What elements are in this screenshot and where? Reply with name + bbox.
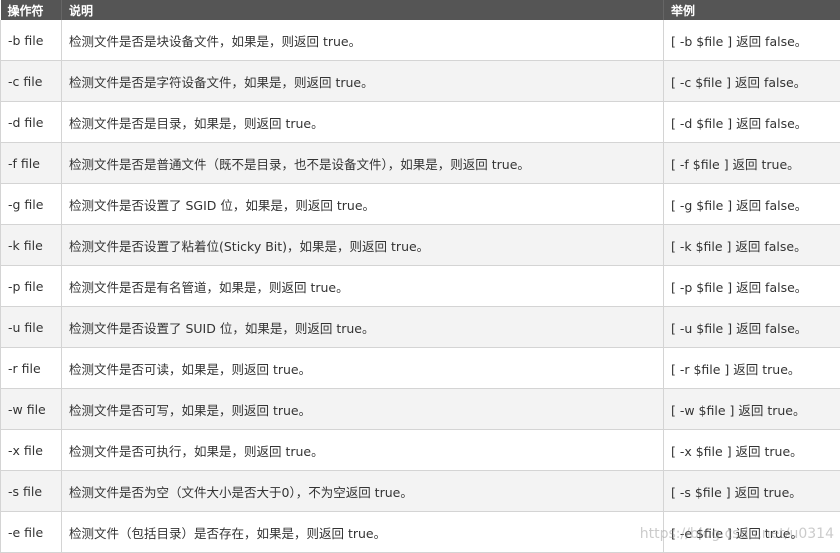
operator-cell: -r file (1, 348, 62, 389)
table-row: -e file 检测文件（包括目录）是否存在，如果是，则返回 true。 [ -… (1, 512, 840, 553)
description-cell: 检测文件是否是有名管道，如果是，则返回 true。 (62, 266, 664, 307)
operator-cell: -e file (1, 512, 62, 553)
header-description: 说明 (62, 0, 664, 20)
table-row: -b file 检测文件是否是块设备文件，如果是，则返回 true。 [ -b … (1, 20, 840, 61)
example-cell: [ -k $file ] 返回 false。 (664, 225, 840, 266)
description-cell: 检测文件是否可执行，如果是，则返回 true。 (62, 430, 664, 471)
example-cell: [ -d $file ] 返回 false。 (664, 102, 840, 143)
description-cell: 检测文件是否可写，如果是，则返回 true。 (62, 389, 664, 430)
table-row: -s file 检测文件是否为空（文件大小是否大于0），不为空返回 true。 … (1, 471, 840, 512)
description-cell: 检测文件（包括目录）是否存在，如果是，则返回 true。 (62, 512, 664, 553)
example-cell: [ -w $file ] 返回 true。 (664, 389, 840, 430)
description-cell: 检测文件是否设置了 SUID 位，如果是，则返回 true。 (62, 307, 664, 348)
operator-cell: -g file (1, 184, 62, 225)
example-cell: [ -e $file ] 返回 true。 (664, 512, 840, 553)
operator-cell: -s file (1, 471, 62, 512)
table-row: -p file 检测文件是否是有名管道，如果是，则返回 true。 [ -p $… (1, 266, 840, 307)
example-cell: [ -c $file ] 返回 false。 (664, 61, 840, 102)
example-cell: [ -g $file ] 返回 false。 (664, 184, 840, 225)
operator-cell: -f file (1, 143, 62, 184)
file-test-operators-table: 操作符 说明 举例 -b file 检测文件是否是块设备文件，如果是，则返回 t… (0, 0, 840, 553)
table-row: -g file 检测文件是否设置了 SGID 位，如果是，则返回 true。 [… (1, 184, 840, 225)
example-cell: [ -f $file ] 返回 true。 (664, 143, 840, 184)
operator-cell: -c file (1, 61, 62, 102)
example-cell: [ -b $file ] 返回 false。 (664, 20, 840, 61)
header-operator: 操作符 (1, 0, 62, 20)
description-cell: 检测文件是否是目录，如果是，则返回 true。 (62, 102, 664, 143)
table-row: -r file 检测文件是否可读，如果是，则返回 true。 [ -r $fil… (1, 348, 840, 389)
example-cell: [ -r $file ] 返回 true。 (664, 348, 840, 389)
example-cell: [ -s $file ] 返回 true。 (664, 471, 840, 512)
description-cell: 检测文件是否是块设备文件，如果是，则返回 true。 (62, 20, 664, 61)
example-cell: [ -p $file ] 返回 false。 (664, 266, 840, 307)
table-row: -x file 检测文件是否可执行，如果是，则返回 true。 [ -x $fi… (1, 430, 840, 471)
operator-cell: -w file (1, 389, 62, 430)
table-row: -u file 检测文件是否设置了 SUID 位，如果是，则返回 true。 [… (1, 307, 840, 348)
table-row: -d file 检测文件是否是目录，如果是，则返回 true。 [ -d $fi… (1, 102, 840, 143)
example-cell: [ -u $file ] 返回 false。 (664, 307, 840, 348)
operator-cell: -x file (1, 430, 62, 471)
description-cell: 检测文件是否是字符设备文件，如果是，则返回 true。 (62, 61, 664, 102)
description-cell: 检测文件是否可读，如果是，则返回 true。 (62, 348, 664, 389)
header-example: 举例 (664, 0, 840, 20)
operator-cell: -b file (1, 20, 62, 61)
operator-cell: -k file (1, 225, 62, 266)
description-cell: 检测文件是否是普通文件（既不是目录，也不是设备文件），如果是，则返回 true。 (62, 143, 664, 184)
operator-cell: -d file (1, 102, 62, 143)
description-cell: 检测文件是否设置了 SGID 位，如果是，则返回 true。 (62, 184, 664, 225)
table-row: -w file 检测文件是否可写，如果是，则返回 true。 [ -w $fil… (1, 389, 840, 430)
example-cell: [ -x $file ] 返回 true。 (664, 430, 840, 471)
table-row: -c file 检测文件是否是字符设备文件，如果是，则返回 true。 [ -c… (1, 61, 840, 102)
table-header-row: 操作符 说明 举例 (1, 0, 840, 20)
operator-cell: -p file (1, 266, 62, 307)
description-cell: 检测文件是否为空（文件大小是否大于0），不为空返回 true。 (62, 471, 664, 512)
table-row: -k file 检测文件是否设置了粘着位(Sticky Bit)，如果是，则返回… (1, 225, 840, 266)
operator-cell: -u file (1, 307, 62, 348)
description-cell: 检测文件是否设置了粘着位(Sticky Bit)，如果是，则返回 true。 (62, 225, 664, 266)
table-row: -f file 检测文件是否是普通文件（既不是目录，也不是设备文件），如果是，则… (1, 143, 840, 184)
